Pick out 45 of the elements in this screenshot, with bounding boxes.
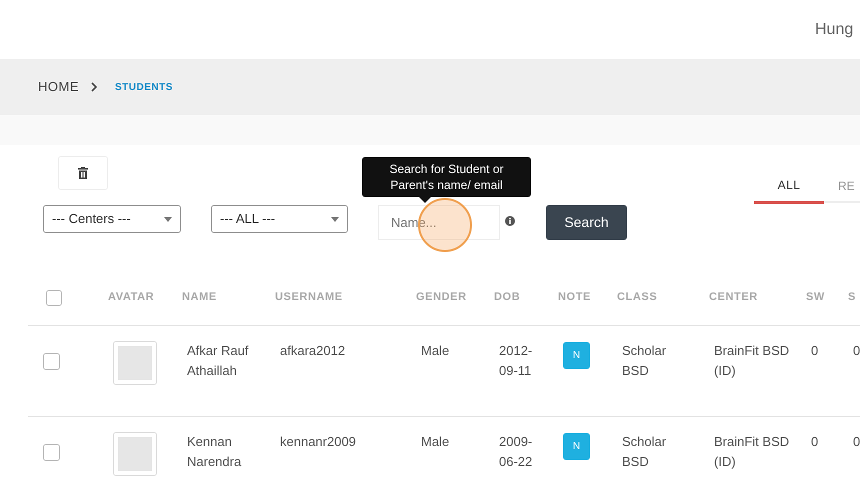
table-cell-text: 2012-09-11 <box>499 342 534 380</box>
table-cell-text: Male <box>421 433 450 451</box>
table-cell-text: Scholar BSD <box>622 433 668 471</box>
table-cell-text: Kennan Narendra <box>187 433 242 471</box>
column-header: GENDER <box>415 290 468 306</box>
table-cell-text: 0 <box>811 342 820 360</box>
info-icon <box>505 216 515 226</box>
avatar-placeholder <box>113 341 157 385</box>
table-cell-text: Afkar Rauf Athaillah <box>187 342 249 380</box>
table-cell-text: 0 <box>811 433 820 451</box>
table-cell-text: 2009-06-22 <box>499 433 534 471</box>
search-button[interactable]: Search <box>546 205 627 240</box>
row-checkbox[interactable] <box>43 353 60 370</box>
trash-icon <box>78 167 88 179</box>
table-cell-text: afkara2012 <box>280 342 346 360</box>
row-checkbox[interactable] <box>43 444 60 461</box>
chevron-right-icon <box>91 82 97 92</box>
column-header: DOB <box>493 290 522 306</box>
caret-down-icon <box>164 216 172 222</box>
table-cell-text: Scholar BSD <box>622 342 668 380</box>
column-header: AVATAR <box>107 290 156 306</box>
tab[interactable]: ALL <box>754 169 824 204</box>
table-cell-text: BrainFit BSD (ID) <box>714 433 790 471</box>
table-cell-text: BrainFit BSD (ID) <box>714 342 790 380</box>
tooltip-arrow-icon <box>419 197 431 203</box>
table-cell-text: kennanr2009 <box>280 433 357 451</box>
delete-button[interactable] <box>58 156 108 190</box>
column-header: CENTER <box>708 290 759 306</box>
breadcrumb-link[interactable]: HOME <box>38 77 79 97</box>
centers-dropdown[interactable]: --- Centers --- <box>43 205 181 233</box>
table-cell-text: Male <box>421 342 450 360</box>
column-header: S <box>847 290 857 306</box>
table-cell-text: 0 <box>853 433 860 451</box>
status-dropdown[interactable]: --- ALL --- <box>211 205 348 233</box>
column-header: SW <box>805 290 826 306</box>
column-header: NOTE <box>557 290 592 306</box>
tooltip: Search for Student or Parent's name/ email <box>362 157 531 197</box>
select-all-checkbox[interactable] <box>46 290 62 306</box>
user-name[interactable]: Hung <box>815 18 860 42</box>
avatar-placeholder <box>113 432 157 476</box>
table-cell-text: 0 <box>853 342 860 360</box>
column-header: CLASS <box>616 290 658 306</box>
column-header: USERNAME <box>274 290 344 306</box>
caret-down-icon <box>331 216 339 222</box>
column-header: NAME <box>181 290 218 306</box>
